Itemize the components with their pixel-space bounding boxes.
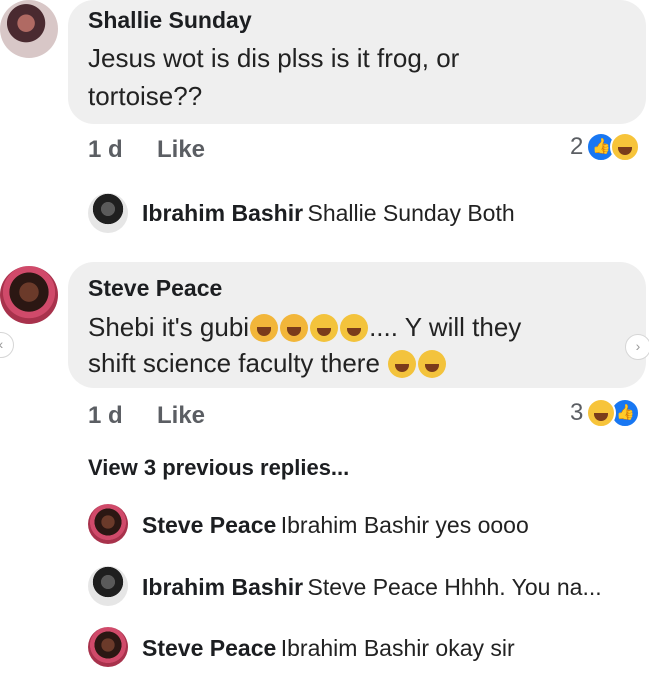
comment-timestamp[interactable]: 1 d bbox=[88, 402, 123, 430]
comment-text-line2: shift science faculty there bbox=[88, 345, 447, 381]
comment-timestamp[interactable]: 1 d bbox=[88, 136, 123, 164]
haha-reaction-icon bbox=[586, 398, 617, 428]
reply-author[interactable]: Ibrahim Bashir bbox=[142, 574, 303, 600]
ibrahim-avatar[interactable] bbox=[88, 193, 128, 233]
reply-text: Ibrahim Bashir okay sir bbox=[280, 635, 515, 661]
reaction-summary[interactable]: 2 👍 bbox=[570, 132, 641, 162]
steve-avatar[interactable] bbox=[0, 266, 58, 324]
chevron-left-icon[interactable]: ‹ bbox=[0, 332, 14, 358]
comment-author[interactable]: Steve Peace bbox=[88, 275, 222, 302]
reply-text: Shallie Sunday Both bbox=[307, 200, 515, 226]
laughing-emoji-icon bbox=[340, 314, 369, 342]
steve-avatar[interactable] bbox=[88, 504, 128, 544]
laughing-emoji-icon bbox=[418, 350, 447, 378]
shallie-avatar[interactable] bbox=[0, 0, 58, 58]
reply: Ibrahim Bashir Shallie Sunday Both bbox=[142, 200, 515, 227]
laughing-emoji-icon bbox=[388, 350, 417, 378]
haha-reaction-icon bbox=[610, 132, 641, 162]
reply-author[interactable]: Steve Peace bbox=[142, 635, 276, 661]
ibrahim-avatar[interactable] bbox=[88, 566, 128, 606]
reaction-count: 2 bbox=[570, 133, 584, 160]
chevron-right-icon[interactable]: › bbox=[625, 334, 649, 360]
reply-author[interactable]: Ibrahim Bashir bbox=[142, 200, 303, 226]
comment-text-part: Shebi it's gubi bbox=[88, 312, 250, 342]
reply: Ibrahim Bashir Steve Peace Hhhh. You na.… bbox=[142, 574, 602, 601]
reaction-summary[interactable]: 3 👍 bbox=[570, 398, 641, 428]
crying-emoji-icon bbox=[250, 314, 279, 342]
reply: Steve Peace Ibrahim Bashir okay sir bbox=[142, 635, 515, 662]
reply: Steve Peace Ibrahim Bashir yes oooo bbox=[142, 512, 529, 539]
comment-text-line1: Jesus wot is dis plss is it frog, or bbox=[88, 43, 460, 73]
reaction-count: 3 bbox=[570, 399, 584, 426]
comment-text-part: .... Y will they bbox=[369, 312, 522, 342]
crying-emoji-icon bbox=[280, 314, 309, 342]
comment-author[interactable]: Shallie Sunday bbox=[88, 7, 252, 34]
like-button[interactable]: Like bbox=[157, 402, 205, 430]
comment-text-part: shift science faculty there bbox=[88, 348, 380, 378]
comment-text-line2: tortoise?? bbox=[88, 81, 203, 111]
like-button[interactable]: Like bbox=[157, 136, 205, 164]
comment-text-line1: Shebi it's gubi .... Y will they bbox=[88, 309, 521, 345]
laughing-emoji-icon bbox=[310, 314, 339, 342]
reply-text: Ibrahim Bashir yes oooo bbox=[280, 512, 529, 538]
reply-author[interactable]: Steve Peace bbox=[142, 512, 276, 538]
view-previous-replies-link[interactable]: View 3 previous replies... bbox=[88, 455, 349, 481]
steve-avatar[interactable] bbox=[88, 627, 128, 667]
reply-text: Steve Peace Hhhh. You na... bbox=[307, 574, 602, 600]
